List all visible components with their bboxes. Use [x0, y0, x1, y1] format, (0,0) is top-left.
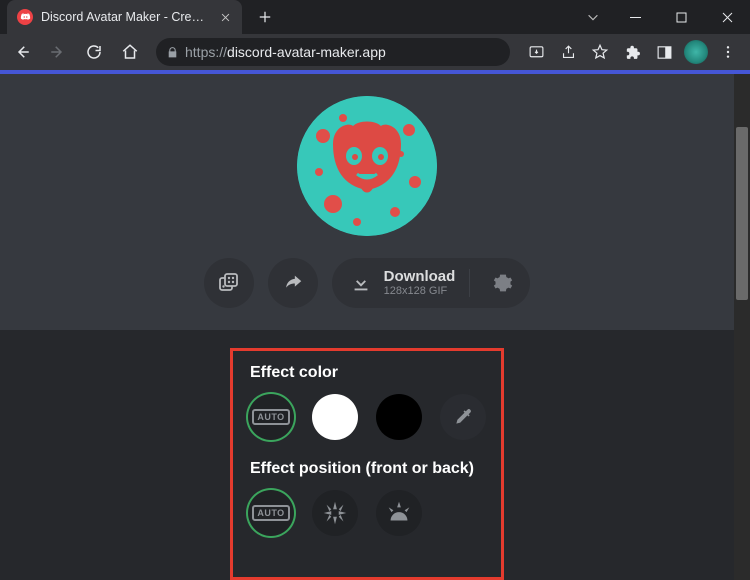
profile-avatar[interactable]: [680, 36, 712, 68]
avatar-preview-graphic: [297, 96, 437, 236]
action-button-row: Download 128x128 GIF: [204, 258, 531, 308]
download-icon: [350, 272, 372, 294]
burst-back-icon: [384, 498, 414, 528]
home-button[interactable]: [114, 36, 146, 68]
options-section: Effect color AUTO Effect pos: [0, 330, 734, 580]
close-tab-icon[interactable]: [218, 10, 232, 24]
download-sublabel: 128x128 GIF: [384, 285, 456, 297]
lock-icon: [166, 46, 179, 59]
avatar-preview[interactable]: [297, 96, 437, 236]
browser-window: Discord Avatar Maker - Create y: [0, 0, 750, 580]
randomize-button[interactable]: [204, 258, 254, 308]
effect-position-row: AUTO: [248, 490, 486, 536]
minimize-button[interactable]: [612, 1, 658, 34]
scrollbar-thumb[interactable]: [736, 127, 748, 300]
effect-position-title: Effect position (front or back): [250, 460, 486, 478]
effect-color-picker[interactable]: [440, 394, 486, 440]
effect-color-black[interactable]: [376, 394, 422, 440]
profile-avatar-icon: [684, 40, 708, 64]
window-titlebar: Discord Avatar Maker - Create y: [0, 0, 750, 34]
auto-badge: AUTO: [252, 409, 289, 425]
effect-color-row: AUTO: [248, 394, 486, 440]
reload-button[interactable]: [78, 36, 110, 68]
page-viewport: Download 128x128 GIF Effect color: [0, 74, 750, 580]
close-window-button[interactable]: [704, 1, 750, 34]
install-app-icon[interactable]: [520, 36, 552, 68]
share-avatar-button[interactable]: [268, 258, 318, 308]
bookmark-star-icon[interactable]: [584, 36, 616, 68]
effect-color-auto[interactable]: AUTO: [248, 394, 294, 440]
download-label: Download: [384, 269, 456, 286]
effect-position-auto[interactable]: AUTO: [248, 490, 294, 536]
effect-position-back[interactable]: [376, 490, 422, 536]
effect-color-title: Effect color: [250, 364, 486, 382]
nav-forward-button[interactable]: [42, 36, 74, 68]
share-icon[interactable]: [552, 36, 584, 68]
burst-front-icon: [320, 498, 350, 528]
toolbar-right-icons: [520, 36, 744, 68]
scrollbar-track[interactable]: [734, 74, 750, 580]
browser-tab[interactable]: Discord Avatar Maker - Create y: [7, 0, 242, 34]
effect-panel: Effect color AUTO Effect pos: [230, 348, 504, 580]
download-label-wrap: Download 128x128 GIF: [384, 269, 456, 298]
extensions-puzzle-icon[interactable]: [616, 36, 648, 68]
browser-toolbar: https://discord-avatar-maker.app: [0, 34, 750, 70]
dice-icon: [217, 271, 241, 295]
auto-badge: AUTO: [252, 505, 289, 521]
nav-back-button[interactable]: [6, 36, 38, 68]
side-panel-icon[interactable]: [648, 36, 680, 68]
maximize-button[interactable]: [658, 1, 704, 34]
url-text: https://discord-avatar-maker.app: [185, 44, 386, 60]
window-controls: [612, 1, 750, 34]
effect-position-front[interactable]: [312, 490, 358, 536]
new-tab-button[interactable]: [250, 2, 280, 32]
kebab-menu-icon[interactable]: [712, 36, 744, 68]
effect-color-white[interactable]: [312, 394, 358, 440]
share-arrow-icon: [282, 272, 304, 294]
tab-search-icon[interactable]: [574, 10, 612, 24]
tab-favicon-discord-icon: [17, 9, 33, 25]
download-settings-button[interactable]: [484, 258, 522, 308]
eyedropper-icon: [453, 407, 473, 427]
tab-title: Discord Avatar Maker - Create y: [41, 10, 210, 24]
page-body: Download 128x128 GIF Effect color: [0, 74, 734, 580]
download-button[interactable]: Download 128x128 GIF: [332, 258, 531, 308]
address-bar[interactable]: https://discord-avatar-maker.app: [156, 38, 510, 66]
gear-icon: [493, 273, 513, 293]
